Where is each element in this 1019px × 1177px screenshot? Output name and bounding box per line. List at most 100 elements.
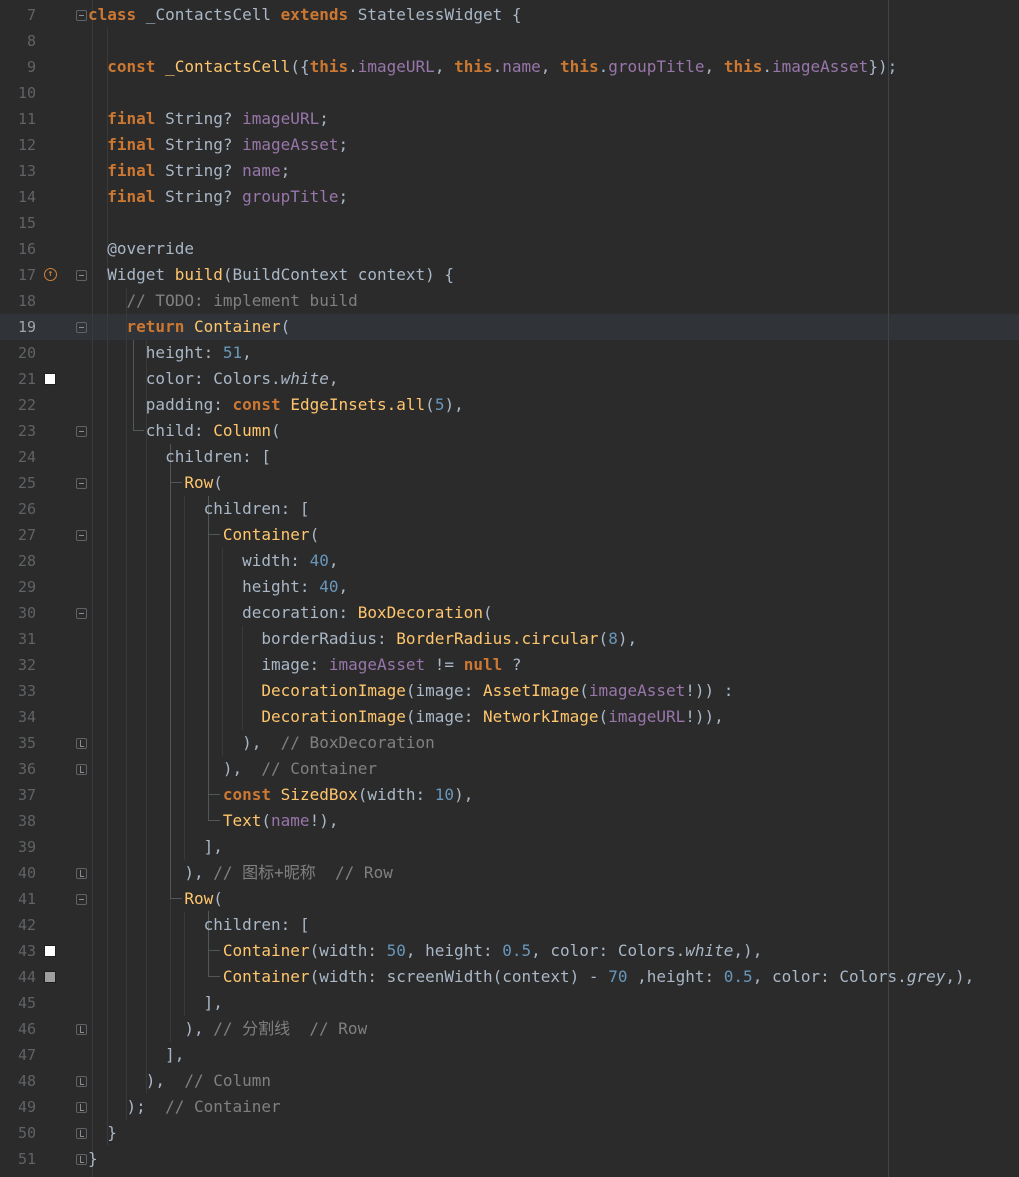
fold-end-icon[interactable] xyxy=(76,1102,87,1113)
code-line-text[interactable]: final String? imageURL; xyxy=(88,106,329,132)
line-number[interactable]: 45 xyxy=(0,990,36,1016)
code-line-text[interactable]: Container( xyxy=(88,522,319,548)
editor-line-18[interactable]: 18 // TODO: implement build xyxy=(0,288,1019,314)
line-number[interactable]: 37 xyxy=(0,782,36,808)
line-number[interactable]: 27 xyxy=(0,522,36,548)
line-number[interactable]: 40 xyxy=(0,860,36,886)
code-line-text[interactable]: borderRadius: BorderRadius.circular(8), xyxy=(88,626,637,652)
line-number[interactable]: 41 xyxy=(0,886,36,912)
line-number[interactable]: 7 xyxy=(0,2,36,28)
line-number[interactable]: 24 xyxy=(0,444,36,470)
fold-end-icon[interactable] xyxy=(76,764,87,775)
code-line-text[interactable]: image: imageAsset != null ? xyxy=(88,652,521,678)
fold-end-icon[interactable] xyxy=(76,1024,87,1035)
line-number[interactable]: 49 xyxy=(0,1094,36,1120)
editor-line-21[interactable]: 21 color: Colors.white, xyxy=(0,366,1019,392)
editor-line-11[interactable]: 11 final String? imageURL; xyxy=(0,106,1019,132)
editor-line-28[interactable]: 28 width: 40, xyxy=(0,548,1019,574)
line-number[interactable]: 34 xyxy=(0,704,36,730)
editor-line-41[interactable]: 41 Row( xyxy=(0,886,1019,912)
editor-line-32[interactable]: 32 image: imageAsset != null ? xyxy=(0,652,1019,678)
editor-line-50[interactable]: 50 } xyxy=(0,1120,1019,1146)
editor-line-31[interactable]: 31 borderRadius: BorderRadius.circular(8… xyxy=(0,626,1019,652)
line-number[interactable]: 15 xyxy=(0,210,36,236)
code-line-text[interactable]: padding: const EdgeInsets.all(5), xyxy=(88,392,464,418)
color-preview-swatch[interactable] xyxy=(44,945,56,957)
line-number[interactable]: 30 xyxy=(0,600,36,626)
editor-line-25[interactable]: 25 Row( xyxy=(0,470,1019,496)
code-line-text[interactable]: ), // BoxDecoration xyxy=(88,730,435,756)
line-number[interactable]: 14 xyxy=(0,184,36,210)
editor-line-30[interactable]: 30 decoration: BoxDecoration( xyxy=(0,600,1019,626)
code-line-text[interactable]: Container(width: 50, height: 0.5, color:… xyxy=(88,938,762,964)
editor-line-20[interactable]: 20 height: 51, xyxy=(0,340,1019,366)
line-number[interactable]: 22 xyxy=(0,392,36,418)
line-number[interactable]: 13 xyxy=(0,158,36,184)
line-number[interactable]: 48 xyxy=(0,1068,36,1094)
line-number[interactable]: 16 xyxy=(0,236,36,262)
fold-start-icon[interactable] xyxy=(76,10,87,21)
line-number[interactable]: 39 xyxy=(0,834,36,860)
editor-line-14[interactable]: 14 final String? groupTitle; xyxy=(0,184,1019,210)
code-line-text[interactable]: ), // Column xyxy=(88,1068,271,1094)
line-number[interactable]: 21 xyxy=(0,366,36,392)
code-line-text[interactable]: ), // Container xyxy=(88,756,377,782)
editor-line-40[interactable]: 40 ), // 图标+昵称 // Row xyxy=(0,860,1019,886)
fold-start-icon[interactable] xyxy=(76,530,87,541)
code-line-text[interactable]: Row( xyxy=(88,886,223,912)
line-number[interactable]: 25 xyxy=(0,470,36,496)
editor-line-47[interactable]: 47 ], xyxy=(0,1042,1019,1068)
line-number[interactable]: 23 xyxy=(0,418,36,444)
code-line-text[interactable]: final String? name; xyxy=(88,158,290,184)
line-number[interactable]: 50 xyxy=(0,1120,36,1146)
editor-line-8[interactable]: 8 xyxy=(0,28,1019,54)
line-number[interactable]: 28 xyxy=(0,548,36,574)
editor-line-35[interactable]: 35 ), // BoxDecoration xyxy=(0,730,1019,756)
code-line-text[interactable]: class _ContactsCell extends StatelessWid… xyxy=(88,2,522,28)
line-number[interactable]: 36 xyxy=(0,756,36,782)
code-line-text[interactable]: children: [ xyxy=(88,496,310,522)
code-line-text[interactable]: ], xyxy=(88,834,223,860)
editor-line-15[interactable]: 15 xyxy=(0,210,1019,236)
editor-line-9[interactable]: 9 const _ContactsCell({this.imageURL, th… xyxy=(0,54,1019,80)
editor-line-27[interactable]: 27 Container( xyxy=(0,522,1019,548)
editor-line-44[interactable]: 44 Container(width: screenWidth(context)… xyxy=(0,964,1019,990)
line-number[interactable]: 29 xyxy=(0,574,36,600)
fold-end-icon[interactable] xyxy=(76,738,87,749)
editor-line-45[interactable]: 45 ], xyxy=(0,990,1019,1016)
editor-line-19[interactable]: 19 return Container( xyxy=(0,314,1019,340)
fold-start-icon[interactable] xyxy=(76,270,87,281)
line-number[interactable]: 47 xyxy=(0,1042,36,1068)
editor-line-37[interactable]: 37 const SizedBox(width: 10), xyxy=(0,782,1019,808)
line-number[interactable]: 9 xyxy=(0,54,36,80)
code-line-text[interactable]: final String? groupTitle; xyxy=(88,184,348,210)
code-line-text[interactable]: @override xyxy=(88,236,194,262)
code-line-text[interactable]: children: [ xyxy=(88,444,271,470)
code-line-text[interactable]: height: 40, xyxy=(88,574,348,600)
line-number[interactable]: 11 xyxy=(0,106,36,132)
editor-line-16[interactable]: 16 @override xyxy=(0,236,1019,262)
code-line-text[interactable]: children: [ xyxy=(88,912,310,938)
line-number[interactable]: 43 xyxy=(0,938,36,964)
editor-line-23[interactable]: 23 child: Column( xyxy=(0,418,1019,444)
code-line-text[interactable]: Container(width: screenWidth(context) - … xyxy=(88,964,974,990)
code-line-text[interactable]: decoration: BoxDecoration( xyxy=(88,600,493,626)
line-number[interactable]: 32 xyxy=(0,652,36,678)
fold-start-icon[interactable] xyxy=(76,426,87,437)
code-editor[interactable]: 7 class _ContactsCell extends StatelessWi… xyxy=(0,0,1019,1177)
line-number[interactable]: 38 xyxy=(0,808,36,834)
code-line-text[interactable]: } xyxy=(88,1120,117,1146)
editor-line-29[interactable]: 29 height: 40, xyxy=(0,574,1019,600)
line-number[interactable]: 26 xyxy=(0,496,36,522)
line-number[interactable]: 10 xyxy=(0,80,36,106)
code-line-text[interactable]: Widget build(BuildContext context) { xyxy=(88,262,454,288)
color-preview-swatch[interactable] xyxy=(44,373,56,385)
code-line-text[interactable]: ); // Container xyxy=(88,1094,281,1120)
editor-line-7[interactable]: 7 class _ContactsCell extends StatelessWi… xyxy=(0,2,1019,28)
line-number[interactable]: 31 xyxy=(0,626,36,652)
code-line-text[interactable]: ], xyxy=(88,1042,184,1068)
code-line-text[interactable]: width: 40, xyxy=(88,548,338,574)
editor-line-22[interactable]: 22 padding: const EdgeInsets.all(5), xyxy=(0,392,1019,418)
editor-line-38[interactable]: 38 Text(name!), xyxy=(0,808,1019,834)
code-line-text[interactable]: Row( xyxy=(88,470,223,496)
